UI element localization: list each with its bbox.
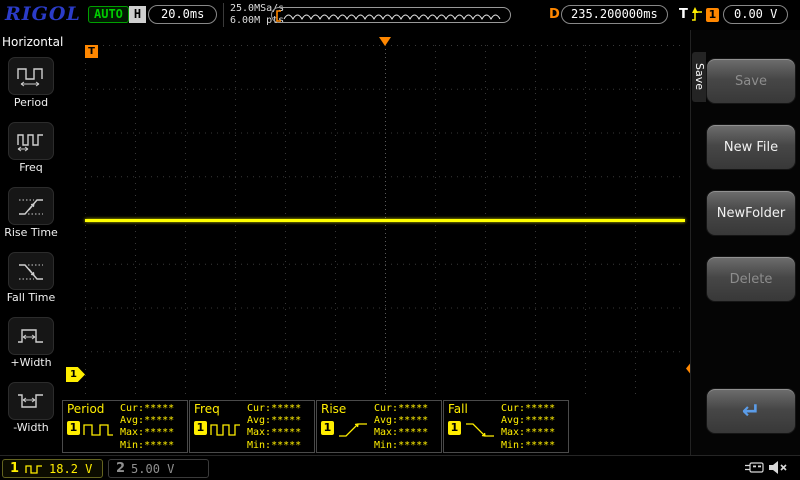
sidebar-item-plus-width[interactable]: +Width bbox=[0, 317, 62, 369]
measurement-name: Fall bbox=[448, 402, 468, 416]
trigger-position-marker-icon[interactable] bbox=[379, 37, 391, 46]
measurement-name: Freq bbox=[194, 402, 220, 416]
avg-value: Avg:***** bbox=[120, 415, 175, 427]
menu-tab-save: Save bbox=[692, 52, 706, 102]
plus-width-icon bbox=[18, 329, 43, 343]
channel-badge: 1 bbox=[67, 421, 80, 435]
max-value: Max:***** bbox=[374, 427, 429, 439]
delay-label: D bbox=[549, 7, 560, 22]
sidebar-item-period[interactable]: Period bbox=[0, 57, 62, 109]
cur-value: Cur:***** bbox=[120, 403, 175, 414]
rigol-logo: RIGOL bbox=[5, 3, 81, 25]
top-status-bar: RIGOL AUTO H 20.0ms 25.0MSa/s 6.00M pts … bbox=[0, 0, 800, 30]
max-value: Max:***** bbox=[501, 427, 556, 439]
run-status-badge[interactable]: AUTO bbox=[88, 6, 129, 23]
fall-wave-icon bbox=[466, 423, 494, 437]
rise-time-icon bbox=[19, 199, 43, 215]
usb-icon bbox=[744, 460, 764, 479]
ch1-trace bbox=[85, 219, 685, 222]
fall-time-icon bbox=[19, 264, 43, 280]
trigger-level-value[interactable]: 0.00 V bbox=[723, 5, 789, 24]
oscilloscope-screen: RIGOL AUTO H 20.0ms 25.0MSa/s 6.00M pts … bbox=[0, 0, 800, 480]
avg-value: Avg:***** bbox=[501, 415, 556, 427]
avg-value: Avg:***** bbox=[247, 415, 302, 427]
sidebar-item-label: -Width bbox=[13, 421, 49, 434]
plus-width-button[interactable] bbox=[8, 317, 54, 355]
sidebar-item-rise-time[interactable]: Rise Time bbox=[0, 187, 62, 239]
bottom-status-bar: 1 18.2 V 2 5.00 V bbox=[0, 455, 800, 480]
trigger-slope-icon bbox=[692, 7, 702, 21]
sidebar-item-label: Fall Time bbox=[6, 291, 56, 304]
freq-icon bbox=[17, 134, 43, 152]
min-value: Min:***** bbox=[501, 439, 556, 451]
measurement-name: Period bbox=[67, 402, 105, 416]
minus-width-button[interactable] bbox=[8, 382, 54, 420]
measurement-values: Cur:***** Avg:***** Max:***** Min:***** bbox=[374, 403, 428, 452]
return-arrow-icon: ↵ bbox=[741, 398, 761, 424]
channel-badge: 1 bbox=[194, 421, 207, 435]
fall-time-button[interactable] bbox=[8, 252, 54, 290]
preview-wave-path bbox=[283, 14, 501, 21]
delete-button[interactable]: Delete bbox=[706, 256, 796, 302]
channel1-number: 1 bbox=[10, 461, 20, 476]
ch1-level-marker[interactable]: 1 bbox=[66, 367, 85, 382]
cur-value: Cur:***** bbox=[247, 403, 302, 414]
save-button[interactable]: Save bbox=[706, 58, 796, 104]
preview-wave-svg bbox=[276, 10, 501, 22]
measurement-values: Cur:***** Avg:***** Max:***** Min:***** bbox=[247, 403, 301, 452]
trigger-label: T bbox=[679, 7, 688, 22]
measurement-values: Cur:***** Avg:***** Max:***** Min:***** bbox=[120, 403, 174, 452]
sidebar-item-label: +Width bbox=[10, 356, 52, 369]
sidebar-item-label: Rise Time bbox=[4, 226, 58, 239]
preview-window-bracket-icon bbox=[276, 10, 281, 22]
new-file-button[interactable]: New File bbox=[706, 124, 796, 170]
measurement-name: Rise bbox=[321, 402, 347, 416]
softkey-menu-panel: Save Save New File NewFolder Delete ↵ bbox=[690, 30, 800, 455]
measurement-values: Cur:***** Avg:***** Max:***** Min:***** bbox=[501, 403, 555, 452]
sidebar-item-label: Period bbox=[13, 96, 49, 109]
horizontal-label: H bbox=[129, 6, 146, 23]
min-value: Min:***** bbox=[374, 439, 429, 451]
measure-menu-title: Horizontal bbox=[2, 35, 64, 49]
channel-badge: 1 bbox=[448, 421, 461, 435]
max-value: Max:***** bbox=[120, 427, 175, 439]
freq-wave-icon bbox=[210, 424, 240, 436]
waveform-preview[interactable] bbox=[271, 7, 511, 23]
channel2-chip[interactable]: 2 5.00 V bbox=[108, 459, 209, 478]
max-value: Max:***** bbox=[247, 427, 302, 439]
trigger-position-flag: T bbox=[85, 45, 98, 58]
channel2-number: 2 bbox=[116, 461, 126, 476]
measurement-box-rise[interactable]: Rise 1 Cur:***** Avg:***** Max:***** Min… bbox=[316, 400, 442, 453]
channel-badge: 1 bbox=[321, 421, 334, 435]
enter-button[interactable]: ↵ bbox=[706, 388, 796, 434]
period-icon bbox=[17, 68, 43, 87]
period-button[interactable] bbox=[8, 57, 54, 95]
min-value: Min:***** bbox=[120, 439, 175, 451]
rise-wave-icon bbox=[339, 423, 367, 437]
measurement-box-freq[interactable]: Freq 1 Cur:***** Avg:***** Max:***** Min… bbox=[189, 400, 315, 453]
cur-value: Cur:***** bbox=[501, 403, 556, 414]
cur-value: Cur:***** bbox=[374, 403, 429, 414]
sidebar-item-fall-time[interactable]: Fall Time bbox=[0, 252, 62, 304]
speaker-muted-icon[interactable] bbox=[767, 459, 789, 480]
rise-time-button[interactable] bbox=[8, 187, 54, 225]
channel1-scale: 18.2 V bbox=[49, 461, 93, 476]
period-wave-icon bbox=[83, 424, 113, 436]
channel1-coupling-icon bbox=[25, 464, 43, 474]
minus-width-icon bbox=[18, 394, 43, 408]
sidebar-item-freq[interactable]: Freq bbox=[0, 122, 62, 174]
trigger-source-badge[interactable]: 1 bbox=[706, 8, 719, 22]
sidebar-item-minus-width[interactable]: -Width bbox=[0, 382, 62, 434]
new-folder-button[interactable]: NewFolder bbox=[706, 190, 796, 236]
measurement-box-fall[interactable]: Fall 1 Cur:***** Avg:***** Max:***** Min… bbox=[443, 400, 569, 453]
channel2-scale: 5.00 V bbox=[131, 461, 175, 476]
freq-button[interactable] bbox=[8, 122, 54, 160]
channel1-chip[interactable]: 1 18.2 V bbox=[2, 459, 103, 478]
sidebar-item-label: Freq bbox=[19, 161, 43, 174]
measurement-box-period[interactable]: Period 1 Cur:***** Avg:***** Max:***** M… bbox=[62, 400, 188, 453]
timebase-value[interactable]: 20.0ms bbox=[148, 5, 218, 24]
avg-value: Avg:***** bbox=[374, 415, 429, 427]
delay-value[interactable]: 235.200000ms bbox=[561, 5, 668, 24]
min-value: Min:***** bbox=[247, 439, 302, 451]
